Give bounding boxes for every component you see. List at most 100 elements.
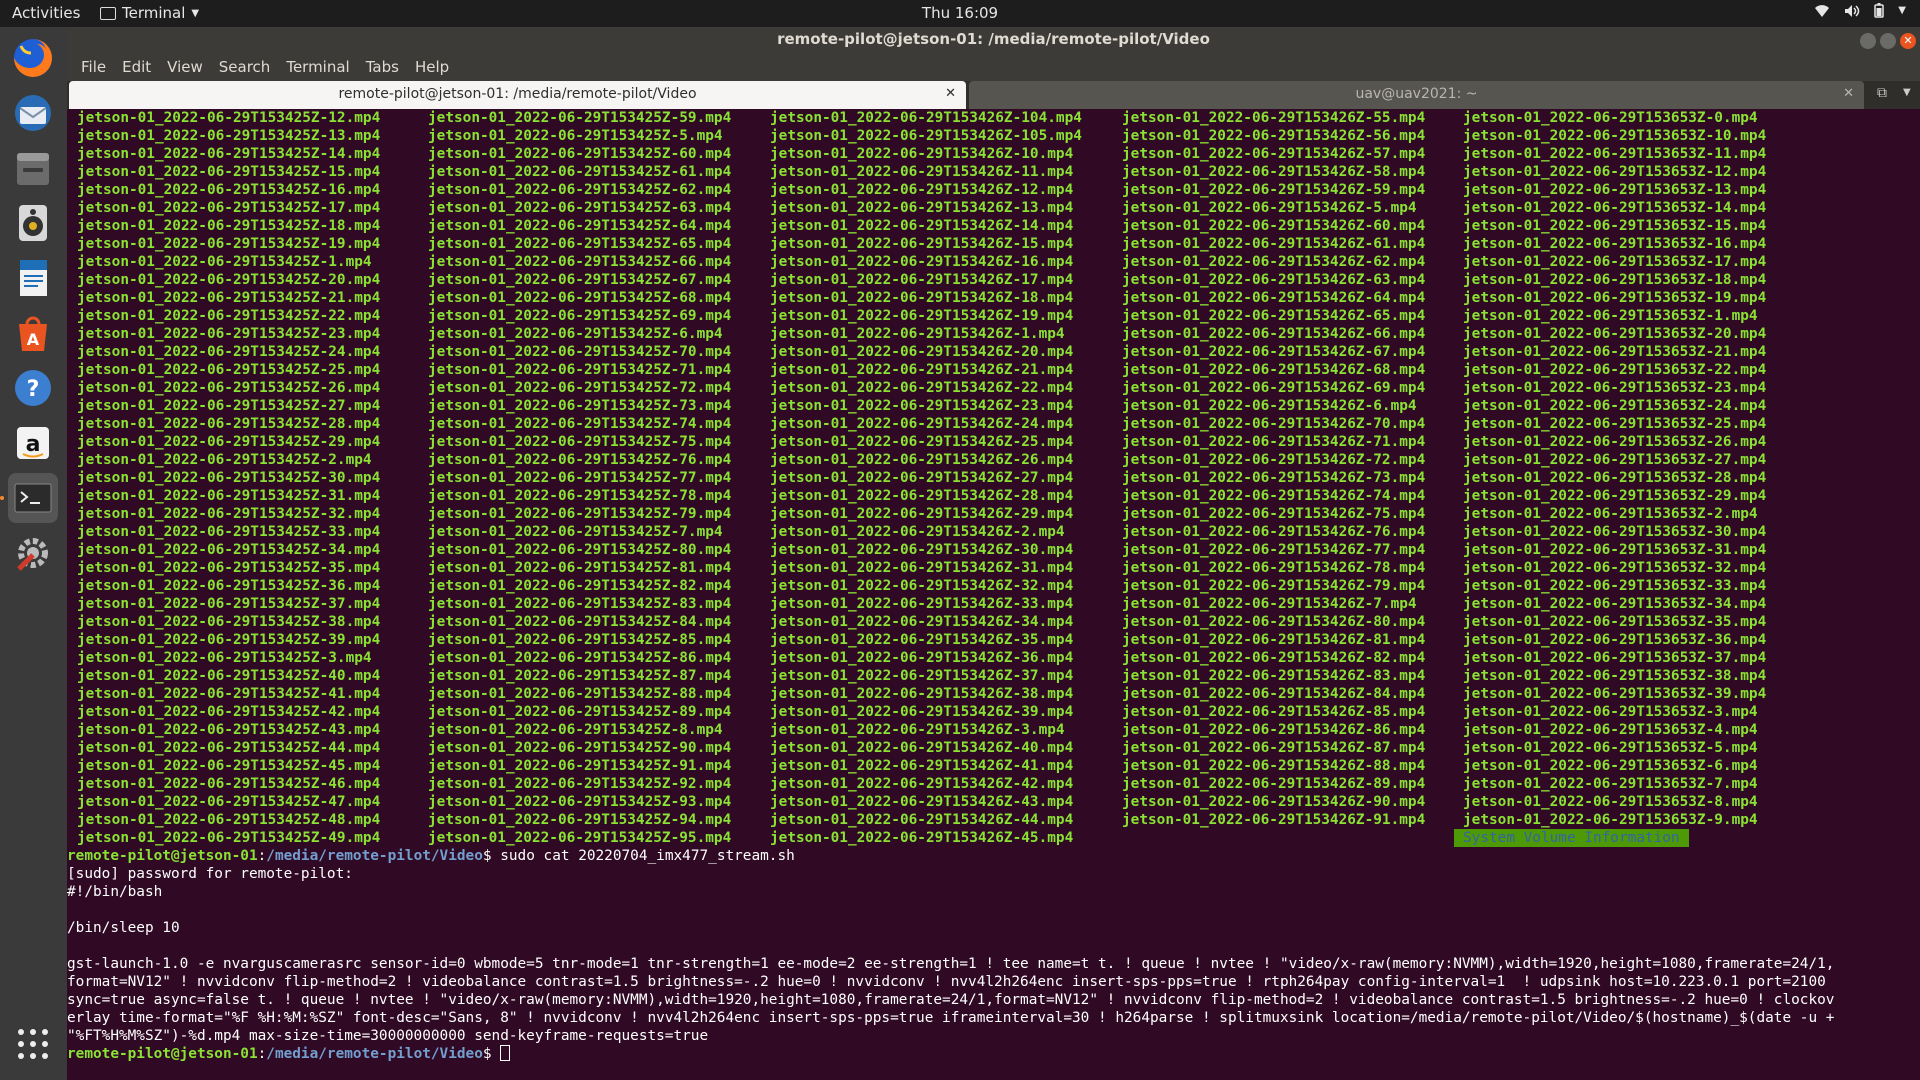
terminal-icon[interactable] bbox=[8, 473, 58, 523]
new-tab-icon[interactable]: ⧉ bbox=[1877, 85, 1887, 101]
menu-help[interactable]: Help bbox=[407, 58, 457, 76]
power-menu-icon: ▼ bbox=[1898, 5, 1906, 16]
close-tab-icon[interactable]: ✕ bbox=[1843, 81, 1854, 107]
file-entry: jetson-01_2022-06-29T153425Z-93.mp4 bbox=[428, 794, 732, 810]
file-entry: jetson-01_2022-06-29T153653Z-25.mp4 bbox=[1463, 416, 1767, 432]
menu-tabs[interactable]: Tabs bbox=[358, 58, 407, 76]
window-title: remote-pilot@jetson-01: /media/remote-pi… bbox=[777, 30, 1210, 48]
prompt-path: /media/remote-pilot/Video bbox=[266, 1046, 483, 1062]
file-entry: jetson-01_2022-06-29T153425Z-81.mp4 bbox=[428, 560, 732, 576]
output-line: "%FT%H%M%SZ")-%d.mp4 max-size-time=30000… bbox=[67, 1028, 709, 1044]
system-tray[interactable]: ▼ bbox=[1814, 3, 1906, 18]
file-entry: jetson-01_2022-06-29T153426Z-44.mp4 bbox=[770, 812, 1074, 828]
file-entry: jetson-01_2022-06-29T153426Z-39.mp4 bbox=[770, 704, 1074, 720]
file-entry: jetson-01_2022-06-29T153426Z-56.mp4 bbox=[1122, 128, 1426, 144]
terminal-view[interactable]: jetson-01_2022-06-29T153425Z-12.mp4jetso… bbox=[67, 109, 1920, 1080]
firefox-icon[interactable] bbox=[8, 33, 58, 83]
files-icon[interactable] bbox=[8, 143, 58, 193]
file-entry: jetson-01_2022-06-29T153425Z-90.mp4 bbox=[428, 740, 732, 756]
close-tab-icon[interactable]: ✕ bbox=[945, 81, 956, 107]
file-entry: jetson-01_2022-06-29T153425Z-73.mp4 bbox=[428, 398, 732, 414]
file-entry: jetson-01_2022-06-29T153426Z-69.mp4 bbox=[1122, 380, 1426, 396]
file-entry: jetson-01_2022-06-29T153426Z-105.mp4 bbox=[770, 128, 1082, 144]
file-entry: jetson-01_2022-06-29T153425Z-1.mp4 bbox=[77, 254, 372, 270]
file-entry: jetson-01_2022-06-29T153426Z-22.mp4 bbox=[770, 380, 1074, 396]
file-entry: jetson-01_2022-06-29T153425Z-68.mp4 bbox=[428, 290, 732, 306]
file-entry: jetson-01_2022-06-29T153425Z-67.mp4 bbox=[428, 272, 732, 288]
file-entry: jetson-01_2022-06-29T153426Z-88.mp4 bbox=[1122, 758, 1426, 774]
file-entry: jetson-01_2022-06-29T153426Z-41.mp4 bbox=[770, 758, 1074, 774]
file-entry: jetson-01_2022-06-29T153425Z-48.mp4 bbox=[77, 812, 381, 828]
menu-view[interactable]: View bbox=[159, 58, 211, 76]
file-entry: jetson-01_2022-06-29T153426Z-25.mp4 bbox=[770, 434, 1074, 450]
menu-edit[interactable]: Edit bbox=[114, 58, 159, 76]
file-entry: jetson-01_2022-06-29T153425Z-30.mp4 bbox=[77, 470, 381, 486]
help-icon[interactable]: ? bbox=[8, 363, 58, 413]
app-menu-label: Terminal bbox=[122, 4, 186, 22]
listing-column: jetson-01_2022-06-29T153426Z-55.mp4 jetso… bbox=[1122, 109, 1425, 829]
window-titlebar: remote-pilot@jetson-01: /media/remote-pi… bbox=[67, 27, 1920, 81]
file-entry: jetson-01_2022-06-29T153425Z-16.mp4 bbox=[77, 182, 381, 198]
file-entry: jetson-01_2022-06-29T153425Z-14.mp4 bbox=[77, 146, 381, 162]
app-menu[interactable]: Terminal ▼ bbox=[100, 4, 199, 22]
file-entry: jetson-01_2022-06-29T153425Z-38.mp4 bbox=[77, 614, 381, 630]
file-entry: jetson-01_2022-06-29T153426Z-21.mp4 bbox=[770, 362, 1074, 378]
current-prompt-line[interactable]: remote-pilot@jetson-01:/media/remote-pil… bbox=[67, 1045, 1920, 1063]
amazon-icon[interactable]: a bbox=[8, 418, 58, 468]
file-entry: jetson-01_2022-06-29T153425Z-44.mp4 bbox=[77, 740, 381, 756]
file-entry: jetson-01_2022-06-29T153425Z-8.mp4 bbox=[428, 722, 723, 738]
file-entry: jetson-01_2022-06-29T153425Z-6.mp4 bbox=[428, 326, 723, 342]
file-entry: jetson-01_2022-06-29T153425Z-35.mp4 bbox=[77, 560, 381, 576]
prompt-user: remote-pilot@jetson-01 bbox=[67, 1046, 258, 1062]
menu-search[interactable]: Search bbox=[211, 58, 279, 76]
rhythmbox-icon[interactable] bbox=[8, 198, 58, 248]
file-entry: jetson-01_2022-06-29T153426Z-29.mp4 bbox=[770, 506, 1074, 522]
output-line: gst-launch-1.0 -e nvarguscamerasrc senso… bbox=[67, 956, 1835, 972]
software-center-icon[interactable]: A bbox=[8, 308, 58, 358]
show-apps-icon[interactable] bbox=[8, 1019, 58, 1069]
file-entry: jetson-01_2022-06-29T153425Z-84.mp4 bbox=[428, 614, 732, 630]
file-entry: jetson-01_2022-06-29T153425Z-49.mp4 bbox=[77, 830, 381, 846]
menu-terminal[interactable]: Terminal bbox=[278, 58, 357, 76]
tab-remote-pilot[interactable]: remote-pilot@jetson-01: /media/remote-pi… bbox=[69, 81, 966, 109]
file-entry: jetson-01_2022-06-29T153653Z-12.mp4 bbox=[1463, 164, 1767, 180]
menu-bar: File Edit View Search Terminal Tabs Help bbox=[73, 58, 457, 76]
file-entry: jetson-01_2022-06-29T153426Z-10.mp4 bbox=[770, 146, 1074, 162]
terminal-app-icon bbox=[100, 6, 116, 20]
activities-button[interactable]: Activities bbox=[12, 4, 80, 22]
file-entry: jetson-01_2022-06-29T153425Z-42.mp4 bbox=[77, 704, 381, 720]
close-button[interactable]: ✕ bbox=[1900, 33, 1916, 49]
file-entry: jetson-01_2022-06-29T153653Z-21.mp4 bbox=[1463, 344, 1767, 360]
tab-uav[interactable]: uav@uav2021: ~ ✕ bbox=[969, 81, 1864, 109]
active-app-indicator bbox=[0, 496, 4, 500]
file-entry: jetson-01_2022-06-29T153425Z-17.mp4 bbox=[77, 200, 381, 216]
writer-icon[interactable] bbox=[8, 253, 58, 303]
file-entry: jetson-01_2022-06-29T153425Z-12.mp4 bbox=[77, 110, 381, 126]
file-entry: jetson-01_2022-06-29T153425Z-83.mp4 bbox=[428, 596, 732, 612]
file-entry: jetson-01_2022-06-29T153426Z-63.mp4 bbox=[1122, 272, 1426, 288]
prompt-end: $ bbox=[482, 848, 501, 864]
file-entry: jetson-01_2022-06-29T153426Z-58.mp4 bbox=[1122, 164, 1426, 180]
prompt-end: $ bbox=[482, 1046, 501, 1062]
file-entry: jetson-01_2022-06-29T153425Z-63.mp4 bbox=[428, 200, 732, 216]
settings-icon[interactable] bbox=[8, 528, 58, 578]
file-entry: jetson-01_2022-06-29T153425Z-69.mp4 bbox=[428, 308, 732, 324]
tab-menu-chevron-icon[interactable]: ▼ bbox=[1903, 87, 1911, 98]
file-entry: jetson-01_2022-06-29T153653Z-30.mp4 bbox=[1463, 524, 1767, 540]
output-line: sync=true async=false t. ! queue ! nvtee… bbox=[67, 992, 1835, 1008]
minimize-button[interactable] bbox=[1860, 33, 1876, 49]
file-entry: jetson-01_2022-06-29T153426Z-23.mp4 bbox=[770, 398, 1074, 414]
top-bar: Activities Terminal ▼ Thu 16:09 ▼ bbox=[0, 0, 1920, 27]
wifi-icon bbox=[1815, 4, 1830, 17]
file-entry: jetson-01_2022-06-29T153426Z-31.mp4 bbox=[770, 560, 1074, 576]
file-entry: jetson-01_2022-06-29T153653Z-39.mp4 bbox=[1463, 686, 1767, 702]
file-entry: jetson-01_2022-06-29T153425Z-34.mp4 bbox=[77, 542, 381, 558]
thunderbird-icon[interactable] bbox=[8, 88, 58, 138]
file-entry: jetson-01_2022-06-29T153426Z-11.mp4 bbox=[770, 164, 1074, 180]
maximize-button[interactable] bbox=[1880, 33, 1896, 49]
clock[interactable]: Thu 16:09 bbox=[0, 4, 1920, 22]
file-entry: jetson-01_2022-06-29T153426Z-26.mp4 bbox=[770, 452, 1074, 468]
menu-file[interactable]: File bbox=[73, 58, 114, 76]
file-entry: jetson-01_2022-06-29T153653Z-15.mp4 bbox=[1463, 218, 1767, 234]
